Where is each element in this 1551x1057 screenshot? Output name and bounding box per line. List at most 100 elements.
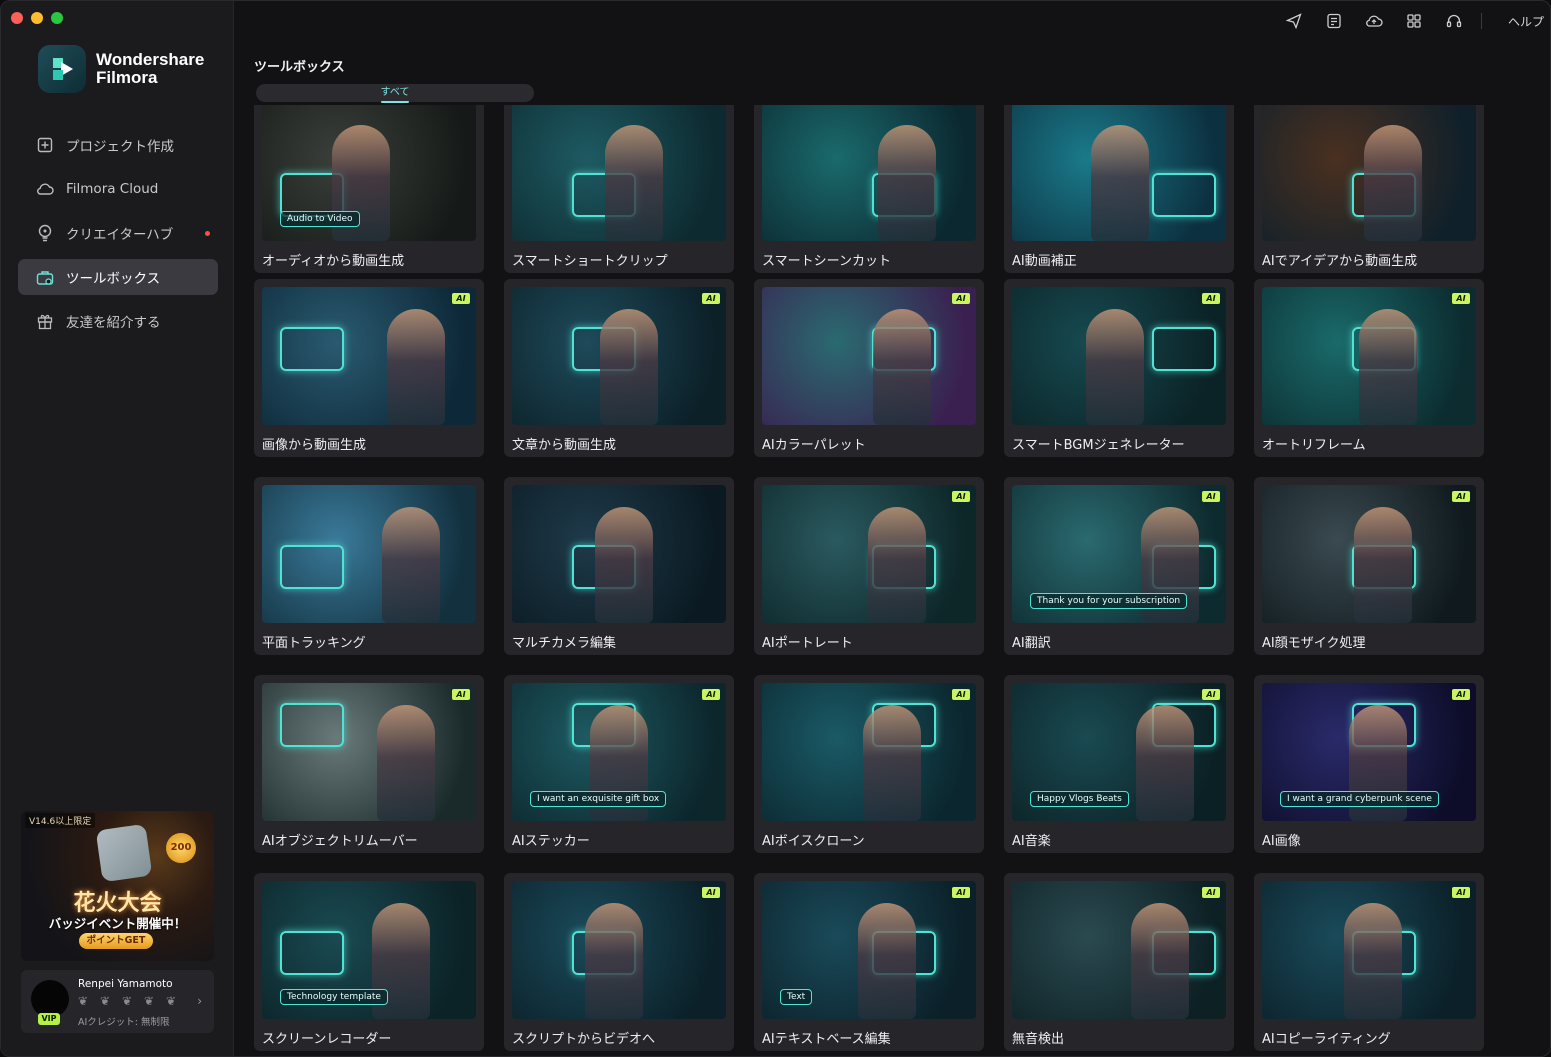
- tool-card[interactable]: マルチカメラ編集: [504, 477, 734, 655]
- tool-card-label: 画像から動画生成: [262, 438, 367, 453]
- glow-frame: [280, 327, 344, 371]
- tool-card[interactable]: AIでアイデアから動画生成: [1254, 105, 1484, 273]
- cloud-upload-icon[interactable]: [1364, 12, 1384, 30]
- glow-frame: [1152, 327, 1216, 371]
- tool-card-label: スクリプトからビデオへ: [512, 1032, 656, 1047]
- brand[interactable]: Wondershare Filmora: [38, 45, 204, 93]
- tab-underline: [381, 101, 409, 103]
- figure-silhouette: [1091, 125, 1149, 241]
- tool-thumbnail: AI: [1262, 485, 1476, 623]
- tool-card-label: マルチカメラ編集: [512, 636, 617, 651]
- tool-card[interactable]: AI 無音検出: [1004, 873, 1234, 1051]
- tool-card[interactable]: AI AIカラーパレット: [754, 279, 984, 457]
- thumbnail-art: [1012, 287, 1226, 425]
- sidebar-item-creator-hub[interactable]: クリエイターハブ: [18, 215, 218, 251]
- thumbnail-art: [512, 881, 726, 1019]
- glow-frame: [1152, 173, 1216, 217]
- sidebar-item-toolbox[interactable]: ツールボックス: [18, 259, 218, 295]
- tool-card[interactable]: I want a grand cyberpunk scene AI AI画像: [1254, 675, 1484, 853]
- window-controls: [11, 12, 63, 24]
- thumbnail-art: [762, 683, 976, 821]
- sidebar-item-label: Filmora Cloud: [66, 181, 159, 197]
- thumbnail-art: [262, 683, 476, 821]
- sidebar-item-project[interactable]: プロジェクト作成: [18, 127, 218, 163]
- tool-card[interactable]: AI スマートBGMジェネレーター: [1004, 279, 1234, 457]
- tool-card[interactable]: AI オートリフレーム: [1254, 279, 1484, 457]
- tool-card[interactable]: AI スクリプトからビデオへ: [504, 873, 734, 1051]
- sidebar-nav: プロジェクト作成 Filmora Cloud クリエイターハブ ツールボックス …: [18, 127, 218, 347]
- notes-icon[interactable]: [1324, 12, 1344, 30]
- ai-badge: AI: [1452, 689, 1470, 700]
- tool-card[interactable]: Text AI AIテキストベース編集: [754, 873, 984, 1051]
- tool-card[interactable]: Happy Vlogs Beats AI AI音楽: [1004, 675, 1234, 853]
- thumbnail-art: [512, 105, 726, 241]
- user-card[interactable]: VIP Renpei Yamamoto ❦ ❦ ❦ ❦ ❦ AIクレジット: 無…: [21, 970, 214, 1033]
- tool-card[interactable]: Technology template スクリーンレコーダー: [254, 873, 484, 1051]
- sidebar-item-cloud[interactable]: Filmora Cloud: [18, 171, 218, 207]
- ai-credit: AIクレジット: 無制限: [78, 1017, 170, 1028]
- tool-thumbnail: [512, 485, 726, 623]
- tool-card[interactable]: Audio to Video オーディオから動画生成: [254, 105, 484, 273]
- tab-all[interactable]: すべて: [256, 84, 534, 102]
- figure-silhouette: [858, 903, 916, 1019]
- figure-silhouette: [873, 309, 931, 425]
- user-name: Renpei Yamamoto: [78, 978, 173, 990]
- filmora-logo-icon: [38, 45, 86, 93]
- headset-icon[interactable]: [1444, 12, 1464, 30]
- sidebar-item-label: 友達を紹介する: [66, 315, 161, 331]
- grid-icon[interactable]: [1404, 12, 1424, 30]
- thumbnail-art: [512, 287, 726, 425]
- promo-get-points-button[interactable]: ポイントGET: [79, 933, 153, 949]
- close-window-button[interactable]: [11, 12, 23, 24]
- tool-thumbnail: [262, 485, 476, 623]
- minimize-window-button[interactable]: [31, 12, 43, 24]
- send-icon[interactable]: [1284, 12, 1304, 30]
- ai-badge: AI: [1202, 491, 1220, 502]
- tool-card[interactable]: AI 文章から動画生成: [504, 279, 734, 457]
- help-menu[interactable]: ヘルプ: [1508, 13, 1544, 30]
- tool-card[interactable]: Thank you for your subscription AI AI翻訳: [1004, 477, 1234, 655]
- tool-card[interactable]: I want an exquisite gift box AI AIステッカー: [504, 675, 734, 853]
- badge-icon: ❦: [78, 994, 89, 1008]
- tool-card[interactable]: スマートシーンカット: [754, 105, 984, 273]
- filter-bar: すべて: [256, 84, 534, 103]
- tool-card[interactable]: AI動画補正: [1004, 105, 1234, 273]
- chevron-right-icon[interactable]: ›: [197, 994, 202, 1008]
- ai-badge: AI: [452, 689, 470, 700]
- tool-card[interactable]: スマートショートクリップ: [504, 105, 734, 273]
- figure-silhouette: [1359, 309, 1417, 425]
- figure-silhouette: [1136, 705, 1194, 821]
- thumbnail-art: [1262, 485, 1476, 623]
- ai-badge: AI: [952, 293, 970, 304]
- top-separator: [1481, 13, 1482, 29]
- sidebar-item-label: クリエイターハブ: [66, 227, 174, 243]
- thumbnail-caption: I want a grand cyberpunk scene: [1280, 791, 1439, 807]
- tool-thumbnail: AI: [262, 287, 476, 425]
- tool-card[interactable]: AI AIポートレート: [754, 477, 984, 655]
- app-window: Wondershare Filmora プロジェクト作成 Filmora Clo…: [0, 0, 1551, 1057]
- tool-card[interactable]: AI AI顔モザイク処理: [1254, 477, 1484, 655]
- sidebar-item-refer[interactable]: 友達を紹介する: [18, 303, 218, 339]
- thumbnail-art: [762, 287, 976, 425]
- tool-card[interactable]: AI AIコピーライティング: [1254, 873, 1484, 1051]
- ai-badge: AI: [1452, 491, 1470, 502]
- zoom-window-button[interactable]: [51, 12, 63, 24]
- tool-thumbnail: I want a grand cyberpunk scene AI: [1262, 683, 1476, 821]
- figure-silhouette: [863, 705, 921, 821]
- tool-thumbnail: Thank you for your subscription AI: [1012, 485, 1226, 623]
- tool-card-label: オーディオから動画生成: [262, 254, 405, 269]
- promo-banner[interactable]: 200 V14.6以上限定 花火大会 バッジイベント開催中！ ポイントGET: [21, 811, 214, 961]
- tool-card[interactable]: 平面トラッキング: [254, 477, 484, 655]
- thumbnail-art: [1262, 287, 1476, 425]
- badge-icon: ❦: [100, 994, 111, 1008]
- thumbnail-caption: Text: [780, 989, 813, 1005]
- tool-card[interactable]: AI AIオブジェクトリムーバー: [254, 675, 484, 853]
- tool-thumbnail: AI: [762, 683, 976, 821]
- tool-card-label: スマートショートクリップ: [512, 254, 668, 269]
- figure-silhouette: [1086, 309, 1144, 425]
- tool-card-label: オートリフレーム: [1262, 438, 1366, 453]
- tool-card-label: 文章から動画生成: [512, 438, 617, 453]
- tool-card[interactable]: AI 画像から動画生成: [254, 279, 484, 457]
- tool-card-label: AI翻訳: [1012, 636, 1051, 651]
- tool-card[interactable]: AI AIボイスクローン: [754, 675, 984, 853]
